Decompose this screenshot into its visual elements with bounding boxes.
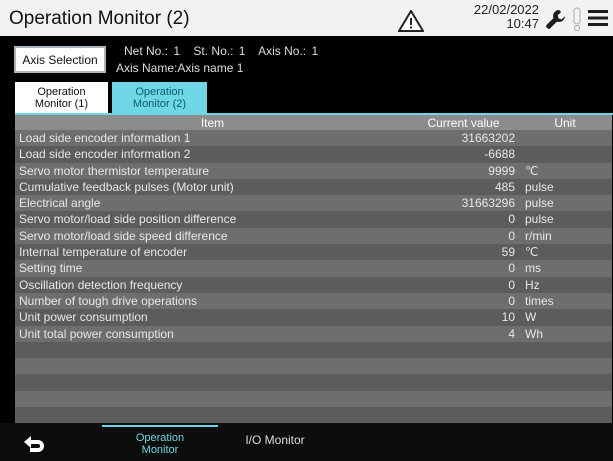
tab-operation-monitor-1[interactable]: Operation Monitor (1) <box>15 82 108 113</box>
title-bar: Operation Monitor (2) 22/02/2022 10:47 <box>0 0 613 36</box>
table-row: Electrical angle 31663296 pulse <box>15 195 612 212</box>
row-value: 4 <box>508 326 515 341</box>
row-value: 0 <box>508 228 515 243</box>
row-item: Oscillation detection frequency <box>19 277 183 292</box>
table-row: Cumulative feedback pulses (Motor unit) 4… <box>15 178 612 196</box>
row-unit: r/min <box>525 228 552 243</box>
table-row: Unit total power consumption 4 Wh <box>15 325 612 342</box>
table-row: Internal temperature of encoder 59 ℃ <box>15 244 612 261</box>
axis-bar: Axis Selection Net No.: 1 St. No.: 1 Axi… <box>12 40 602 80</box>
row-unit: times <box>525 293 554 308</box>
row-value: 0 <box>508 212 515 227</box>
row-item: Electrical angle <box>19 196 101 211</box>
net-label: Net No.: <box>124 44 169 58</box>
table-row <box>15 390 612 408</box>
tab-label-line2: Monitor (1) <box>34 97 89 110</box>
row-item: Number of tough drive operations <box>19 293 198 308</box>
row-value: 0 <box>508 261 515 276</box>
table-header: Item Current value Unit <box>15 115 612 130</box>
table-row: Setting time 0 ms <box>15 260 612 277</box>
row-unit: W <box>525 310 537 325</box>
tab-operation-monitor-2[interactable]: Operation Monitor (2) <box>112 82 207 113</box>
bottom-tab-line2: Monitor <box>141 443 179 456</box>
row-item: Load side encoder information 2 <box>19 147 191 162</box>
row-value: 31663296 <box>461 196 515 211</box>
row-unit: ℃ <box>525 245 539 260</box>
time-text: 10:47 <box>506 16 539 31</box>
row-unit: Hz <box>525 277 540 292</box>
row-item: Servo motor thermistor temperature <box>19 163 210 178</box>
row-value: 9999 <box>488 163 515 178</box>
header-unit: Unit <box>554 116 576 130</box>
table-row: Servo motor/load side speed difference 0 r… <box>15 227 612 245</box>
tab-label-line2: Monitor (2) <box>132 97 187 110</box>
bottom-tab-operation-monitor[interactable]: Operation Monitor <box>102 425 218 460</box>
row-item: Cumulative feedback pulses (Motor unit) <box>19 179 234 194</box>
row-unit: pulse <box>525 212 554 227</box>
alert-icon[interactable] <box>570 6 584 32</box>
table-row <box>15 358 612 375</box>
row-unit: pulse <box>525 179 554 194</box>
wrench-icon[interactable] <box>544 7 568 31</box>
row-unit: ℃ <box>525 163 539 178</box>
station-label: St. No.: <box>193 44 234 58</box>
axis-selection-button[interactable]: Axis Selection <box>14 46 106 73</box>
axis-no-value: 1 <box>311 44 319 58</box>
row-value: -6688 <box>484 147 515 162</box>
row-item: Servo motor/load side position differenc… <box>19 212 237 227</box>
axis-name-label: Axis Name: <box>116 61 178 75</box>
row-item: Unit power consumption <box>19 310 148 325</box>
header-current-value: Current value <box>427 116 500 130</box>
table-row: Unit power consumption 10 W <box>15 309 612 326</box>
table-row: Oscillation detection frequency 0 Hz <box>15 276 612 293</box>
page-title: Operation Monitor (2) <box>9 8 190 29</box>
row-value: 59 <box>501 245 515 260</box>
row-item: Internal temperature of encoder <box>19 245 188 260</box>
table-row <box>15 407 612 424</box>
table-row: Load side encoder information 2 -6688 <box>15 146 612 163</box>
row-value: 31663202 <box>461 131 515 145</box>
bottom-tab-io-monitor[interactable]: I/O Monitor <box>225 433 325 447</box>
warning-icon[interactable] <box>398 10 424 32</box>
axis-no-label: Axis No.: <box>258 44 307 58</box>
tab-label-line1: Operation <box>37 85 86 98</box>
row-value: 485 <box>494 179 515 194</box>
net-value: 1 <box>173 44 181 58</box>
menu-icon[interactable] <box>588 9 608 27</box>
row-item: Load side encoder information 1 <box>19 131 191 145</box>
row-item: Setting time <box>19 261 83 276</box>
axis-numbers: Net No.: 1 St. No.: 1 Axis No.: 1 <box>116 43 328 60</box>
monitor-table[interactable]: Item Current value Unit Load side encode… <box>15 115 612 424</box>
row-unit: Wh <box>525 326 543 341</box>
table-row: Number of tough drive operations 0 times <box>15 292 612 310</box>
table-row: Servo motor/load side position differenc… <box>15 211 612 228</box>
axis-name-value: Axis name 1 <box>177 61 244 75</box>
tab-label-line1: Operation <box>135 85 184 98</box>
row-item: Servo motor/load side speed difference <box>19 228 228 243</box>
header-item: Item <box>200 116 225 130</box>
row-value: 10 <box>501 310 515 325</box>
table-row <box>15 341 612 359</box>
axis-info: Net No.: 1 St. No.: 1 Axis No.: 1 Axis N… <box>116 43 328 77</box>
axis-name: Axis Name:Axis name 1 <box>116 60 328 77</box>
table-body: Load side encoder information 1 31663202 … <box>15 130 612 424</box>
row-unit: ms <box>525 261 541 276</box>
row-value: 0 <box>508 293 515 308</box>
table-row: Servo motor thermistor temperature 9999 ℃ <box>15 162 612 179</box>
row-item: Unit total power consumption <box>19 326 174 341</box>
station-value: 1 <box>238 44 246 58</box>
back-arrow-icon[interactable] <box>22 434 46 456</box>
row-value: 0 <box>508 277 515 292</box>
datetime: 22/02/2022 10:47 <box>425 3 539 31</box>
table-row <box>15 374 612 391</box>
date-text: 22/02/2022 <box>473 2 539 17</box>
table-row: Load side encoder information 1 31663202 <box>15 130 612 147</box>
bottom-tab-line1: Operation <box>135 431 185 444</box>
row-unit: pulse <box>525 196 554 211</box>
bottom-bar: Operation Monitor I/O Monitor <box>0 423 613 461</box>
